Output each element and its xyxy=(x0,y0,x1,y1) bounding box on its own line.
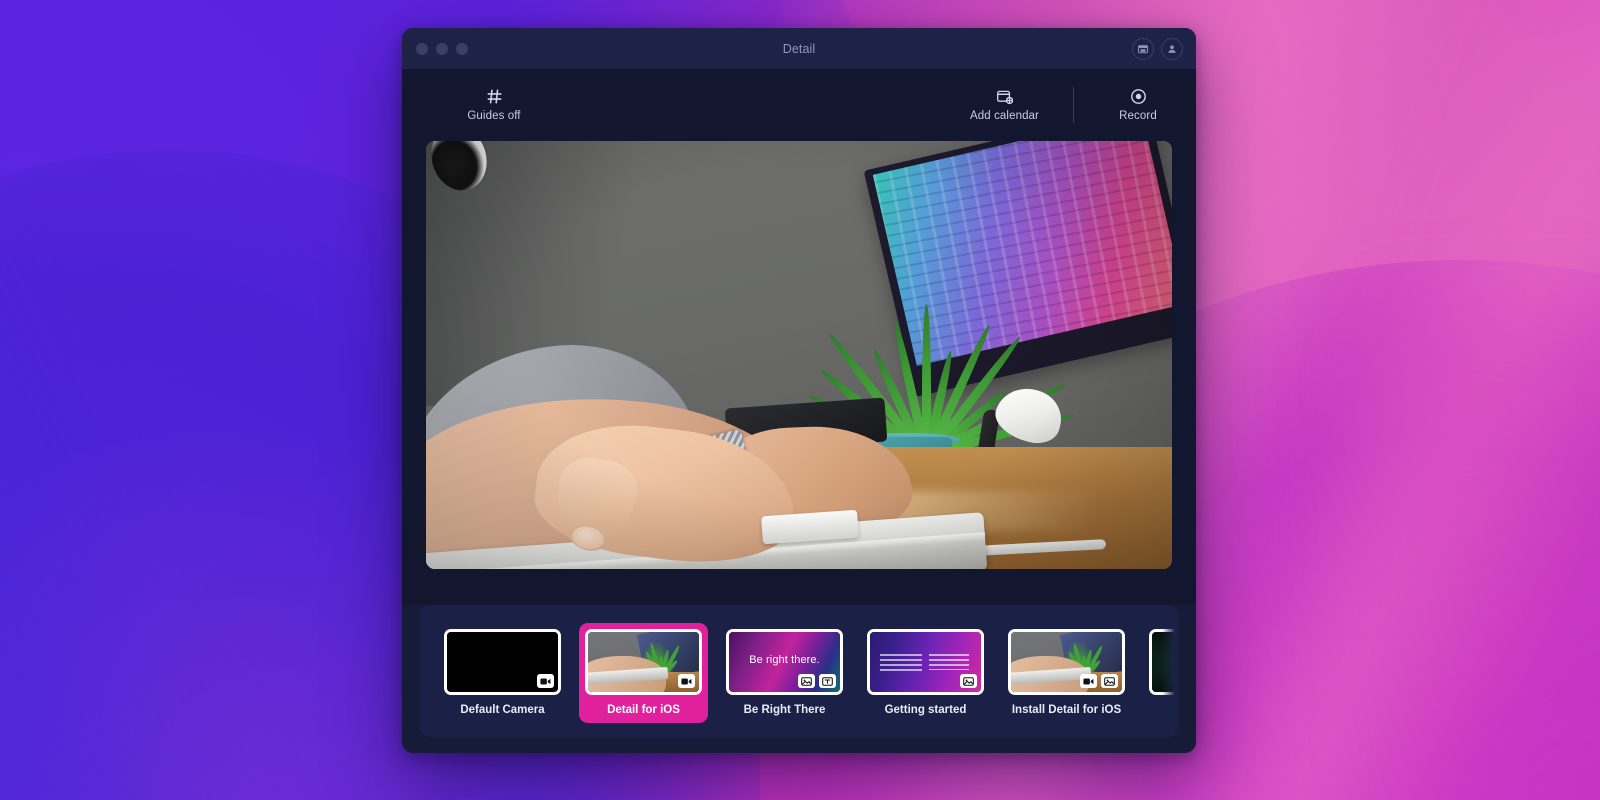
filmstrip-card[interactable]: Default Camera xyxy=(438,623,567,723)
video-camera-icon xyxy=(540,676,551,687)
image-icon xyxy=(963,676,974,687)
thumbnail-badges xyxy=(537,674,554,688)
filmstrip-thumbnail[interactable] xyxy=(1149,629,1178,695)
preview-stage xyxy=(402,141,1196,605)
thumb-text-block-right xyxy=(929,654,969,670)
record-button[interactable]: Record xyxy=(1108,88,1168,122)
image-icon xyxy=(801,676,812,687)
thumbnail-badges xyxy=(960,674,977,688)
thumb-art-green xyxy=(1152,632,1178,692)
image-icon-badge xyxy=(798,674,815,688)
record-dot-icon xyxy=(1130,88,1147,105)
text-box-icon-badge xyxy=(819,674,836,688)
thumbnail-badges xyxy=(678,674,695,688)
video-camera-icon xyxy=(681,676,692,687)
close-button[interactable] xyxy=(416,42,428,55)
guides-toggle-button[interactable]: Guides off xyxy=(464,88,524,122)
toolbar-divider xyxy=(1073,87,1074,123)
app-window: Detail Guides off Add calendar Record De… xyxy=(402,28,1196,753)
scene-filmstrip[interactable]: Default Camera Detail for iOS Be right the… xyxy=(420,605,1178,737)
account-button[interactable] xyxy=(1161,37,1183,60)
guides-toggle-label: Guides off xyxy=(467,110,521,122)
camera-preview[interactable] xyxy=(426,141,1172,569)
image-icon-badge xyxy=(1101,674,1118,688)
record-label: Record xyxy=(1119,110,1157,122)
minimize-button[interactable] xyxy=(436,42,448,55)
image-icon xyxy=(1104,676,1115,687)
filmstrip-track: Default Camera Detail for iOS Be right the… xyxy=(438,623,1178,723)
toolbar-right-group: Add calendar Record xyxy=(970,87,1168,123)
archive-button[interactable] xyxy=(1132,37,1154,60)
filmstrip-card-label: Getting started xyxy=(884,704,967,716)
filmstrip-card-label: Be Right There xyxy=(743,704,826,716)
folder-icon xyxy=(1137,43,1149,55)
image-icon-badge xyxy=(960,674,977,688)
traffic-lights xyxy=(416,42,468,55)
thumb-text-block-left xyxy=(880,654,922,672)
filmstrip-thumbnail[interactable] xyxy=(444,629,561,695)
filmstrip-card-label: Detail for iOS xyxy=(607,704,680,716)
calendar-plus-icon xyxy=(996,88,1013,105)
filmstrip-thumbnail[interactable] xyxy=(585,629,702,695)
filmstrip-card-label: Default Camera xyxy=(460,704,545,716)
filmstrip-card-label: Install Detail for iOS xyxy=(1011,704,1122,716)
scene-vignette xyxy=(426,141,1172,569)
thumbnail-badges xyxy=(1080,674,1118,688)
filmstrip-thumbnail[interactable] xyxy=(1008,629,1125,695)
add-calendar-label: Add calendar xyxy=(970,110,1039,122)
filmstrip-card[interactable]: Install Detail for iOS xyxy=(1002,623,1131,723)
window-titlebar: Detail xyxy=(402,28,1196,69)
filmstrip-thumbnail[interactable]: Be right there. xyxy=(726,629,843,695)
thumbnail-badges xyxy=(798,674,836,688)
wallpaper-streak-corner xyxy=(1376,320,1600,800)
zoom-button[interactable] xyxy=(456,42,468,55)
app-toolbar: Guides off Add calendar Record xyxy=(402,69,1196,141)
thumb-overlay-text: Be right there. xyxy=(749,654,820,666)
video-camera-icon-badge xyxy=(537,674,554,688)
grid-hash-icon xyxy=(486,88,503,105)
add-calendar-button[interactable]: Add calendar xyxy=(970,88,1039,122)
filmstrip-thumbnail[interactable] xyxy=(867,629,984,695)
filmstrip-card[interactable]: In xyxy=(1143,623,1178,723)
titlebar-actions xyxy=(1132,37,1183,60)
video-camera-icon xyxy=(1083,676,1094,687)
person-icon xyxy=(1166,43,1178,55)
video-camera-icon-badge xyxy=(678,674,695,688)
window-title: Detail xyxy=(782,41,816,56)
text-box-icon xyxy=(822,676,833,687)
video-camera-icon-badge xyxy=(1080,674,1097,688)
filmstrip-card[interactable]: Getting started xyxy=(861,623,990,723)
filmstrip-card[interactable]: Be right there. Be Right There xyxy=(720,623,849,723)
filmstrip-card[interactable]: Detail for iOS xyxy=(579,623,708,723)
